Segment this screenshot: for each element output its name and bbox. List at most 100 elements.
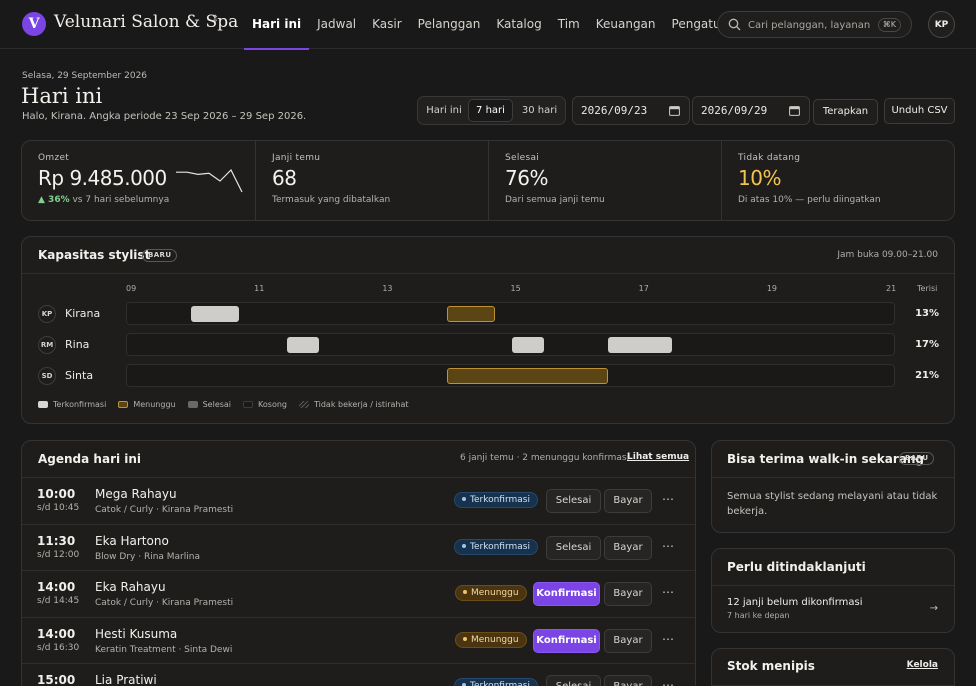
appointment-end: s/d 12:00 [37, 549, 80, 560]
status-dot [462, 497, 466, 501]
appointment-end: s/d 14:45 [37, 596, 80, 606]
booking-block-confirmed[interactable] [511, 337, 544, 353]
stat-label: Selesai [505, 153, 540, 163]
agenda-row[interactable]: 14:00 s/d 14:45 Eka Rahayu Catok / Curly · … [22, 570, 695, 616]
nav-tim[interactable]: Tim [550, 0, 588, 49]
confirm-button[interactable]: Konfirmasi [533, 628, 600, 653]
top-bar: V Velunari Salon & Spa ⇕ Hari ini Jadwal… [0, 0, 976, 50]
complete-button[interactable]: Selesai [546, 675, 601, 686]
divider [712, 585, 954, 586]
booking-block-confirmed[interactable] [287, 337, 320, 353]
search-box[interactable]: ⌘K [717, 11, 912, 38]
more-options-icon[interactable]: ⋯ [662, 632, 675, 646]
shortcut-badge: ⌘K [877, 18, 901, 32]
legend-label: Kosong [258, 400, 287, 409]
pay-button[interactable]: Bayar [604, 582, 652, 606]
status-badge: Menunggu [455, 631, 527, 648]
manage-stock-link[interactable]: Kelola [907, 660, 938, 670]
stat-note: Di atas 10% — perlu diingatkan [738, 195, 881, 205]
agenda-row[interactable]: 15:00 Lia Pratiwi Terkonfirmasi SelesaiBaya… [22, 663, 695, 686]
nav-katalog[interactable]: Katalog [488, 0, 549, 49]
more-options-icon[interactable]: ⋯ [662, 492, 675, 506]
confirm-button[interactable]: Konfirmasi [533, 582, 600, 606]
complete-button[interactable]: Selesai [546, 489, 601, 513]
legend-swatch [38, 401, 48, 408]
stat-change: ▲ 36% vs 7 hari sebelumnya [38, 195, 239, 205]
service-detail: Catok / Curly · Kirana Pramesti [95, 598, 234, 608]
more-options-icon[interactable]: ⋯ [662, 539, 675, 553]
stat-label: Tidak datang [738, 153, 801, 163]
stylist-avatar: RM [38, 336, 56, 354]
calendar-icon[interactable] [669, 105, 680, 116]
hour-tick-label: 21 [886, 284, 897, 293]
client-name[interactable]: Eka Hartono [95, 534, 169, 548]
agenda-row[interactable]: 10:00 s/d 10:45 Mega Rahayu Catok / Curly ·… [22, 477, 695, 523]
user-avatar[interactable]: KP [928, 11, 955, 38]
date-to-input[interactable]: 2026/09/29 [692, 96, 810, 125]
page-title: Hari ini [21, 84, 103, 108]
agenda-card: Agenda hari ini 6 janji temu · 2 menungg… [21, 440, 696, 686]
chevron-up-down-icon[interactable]: ⇕ [211, 15, 219, 25]
complete-button[interactable]: Selesai [546, 535, 601, 560]
booking-block-waiting[interactable] [447, 306, 496, 322]
legend-off: Tidak bekerja / istirahat [298, 400, 409, 409]
agenda-row[interactable]: 11:30 s/d 12:00 Eka Hartono Blow Dry · Rina… [22, 523, 695, 570]
apply-button[interactable]: Terapkan [813, 99, 878, 125]
client-name[interactable]: Eka Rahayu [95, 580, 166, 594]
nav-jadwal[interactable]: Jadwal [309, 0, 364, 49]
hour-tick-label: 09 [126, 284, 137, 293]
status-badge: Terkonfirmasi [454, 492, 538, 508]
download-csv-button[interactable]: Unduh CSV [884, 98, 955, 124]
walkin-card: Bisa terima walk-in sekarang BARU Semua … [711, 440, 955, 533]
brand-logo[interactable]: V [22, 12, 46, 36]
change-note: vs 7 hari sebelumnya [72, 195, 170, 205]
status-label: Menunggu [471, 588, 519, 598]
legend-swatch [118, 401, 129, 408]
range-30-days[interactable]: 30 hari [515, 99, 564, 122]
date-from-input[interactable]: 2026/09/23 [572, 96, 690, 125]
capacity-card: Kapasitas stylist BARU Jam buka 09.00–21… [21, 236, 955, 424]
legend-label: Selesai [202, 400, 232, 409]
search-icon [728, 18, 741, 31]
section-title: Kapasitas stylist [38, 248, 151, 262]
booking-block-waiting[interactable] [447, 368, 608, 384]
arrow-right-icon[interactable]: → [930, 603, 938, 614]
nav-keuangan[interactable]: Keuangan [588, 0, 664, 49]
nav-kasir[interactable]: Kasir [364, 0, 410, 49]
booking-block-confirmed[interactable] [607, 337, 672, 353]
range-today[interactable]: Hari ini [421, 99, 467, 122]
booking-block-confirmed[interactable] [191, 306, 240, 322]
client-name[interactable]: Lia Pratiwi [95, 673, 157, 686]
followup-item-title[interactable]: 12 janji belum dikonfirmasi [727, 597, 863, 608]
status-label: Terkonfirmasi [470, 541, 530, 552]
more-options-icon[interactable]: ⋯ [662, 585, 675, 599]
status-dot [463, 590, 467, 594]
search-input[interactable] [748, 16, 870, 34]
section-title: Perlu ditindaklanjuti [727, 560, 866, 574]
agenda-row[interactable]: 14:00 s/d 16:30 Hesti Kusuma Keratin Treatm… [22, 616, 695, 663]
appointment-time: 10:00 [37, 487, 76, 501]
client-name[interactable]: Hesti Kusuma [95, 627, 177, 641]
divider [22, 273, 954, 274]
pay-button[interactable]: Bayar [604, 628, 652, 653]
stylist-timeline-track [126, 302, 895, 325]
see-all-link[interactable]: Lihat semua [627, 452, 689, 462]
capacity-legend: Terkonfirmasi Menunggu Selesai Kosong Ti… [38, 400, 421, 409]
status-dot [462, 543, 466, 548]
range-7-days[interactable]: 7 hari [468, 99, 513, 122]
appointment-end: s/d 16:30 [37, 642, 80, 653]
pay-button[interactable]: Bayar [604, 489, 652, 513]
more-options-icon[interactable]: ⋯ [662, 678, 675, 686]
stylist-timeline-track [126, 333, 895, 356]
hour-tick-label: 15 [510, 284, 521, 293]
nav-pelanggan[interactable]: Pelanggan [410, 0, 489, 49]
nav-hari-ini[interactable]: Hari ini [244, 0, 310, 50]
service-detail: Keratin Treatment · Sinta Dewi [95, 644, 233, 655]
client-name[interactable]: Mega Rahayu [95, 487, 177, 501]
main-nav: Hari ini Jadwal Kasir Pelanggan Katalog … [244, 0, 749, 50]
date-from-value: 2026/09/23 [581, 104, 648, 117]
pay-button[interactable]: Bayar [604, 675, 652, 686]
pay-button[interactable]: Bayar [604, 535, 652, 560]
walkin-text: Semua stylist sedang melayani atau tidak… [727, 491, 938, 517]
calendar-icon[interactable] [789, 105, 800, 116]
